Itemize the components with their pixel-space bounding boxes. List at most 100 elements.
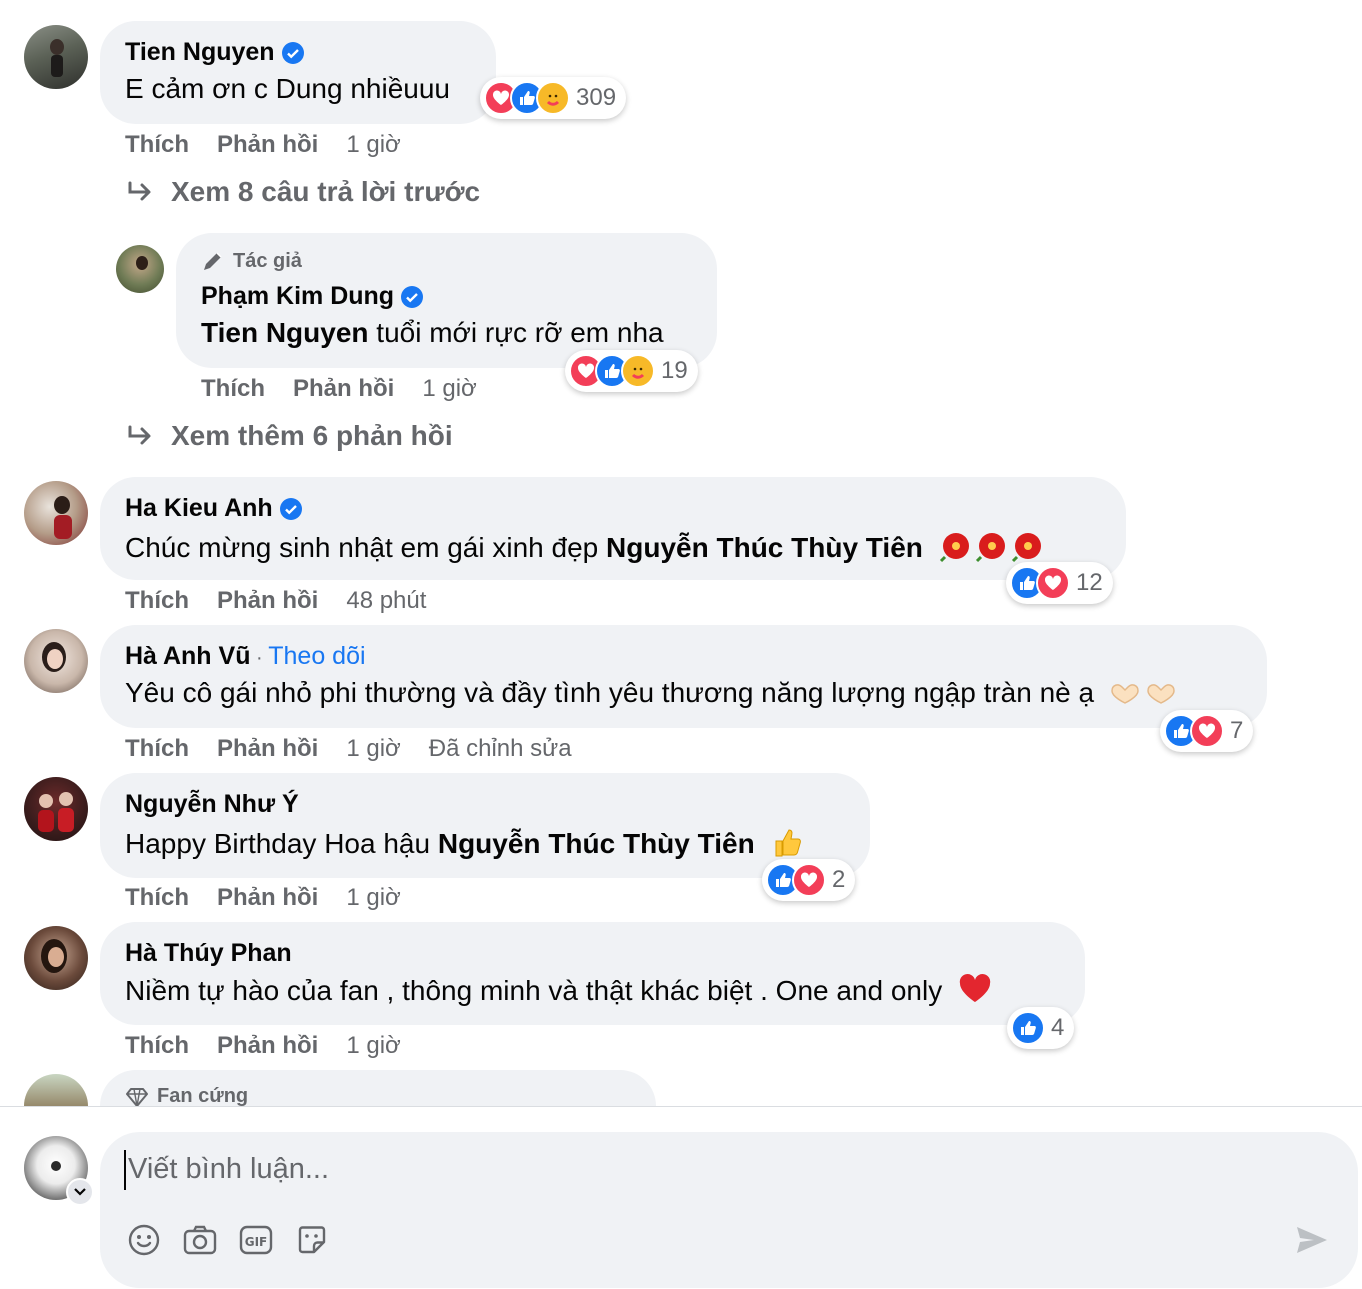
author-badge: Tác giả bbox=[201, 249, 302, 273]
reaction-summary[interactable]: 19 bbox=[565, 350, 698, 392]
reaction-summary[interactable]: 12 bbox=[1006, 562, 1113, 604]
comment-body: Niềm tự hào của fan , thông minh và thật… bbox=[125, 974, 943, 1006]
comment-author[interactable]: Hà Anh Vũ · Theo dõi bbox=[125, 642, 366, 671]
comment-text: Happy Birthday Hoa hậu Nguyễn Thúc Thùy … bbox=[125, 826, 802, 865]
love-reaction-icon bbox=[1036, 566, 1070, 600]
like-button[interactable]: Thích bbox=[125, 735, 189, 762]
svg-text:GIF: GIF bbox=[245, 1235, 268, 1249]
comment-author[interactable]: Phạm Kim Dung bbox=[201, 282, 424, 311]
reply-arrow-icon bbox=[128, 181, 151, 201]
edited-label[interactable]: Đã chỉnh sửa bbox=[429, 735, 572, 762]
timestamp[interactable]: 1 giờ bbox=[346, 735, 400, 762]
separator: · bbox=[250, 647, 269, 669]
reaction-count: 2 bbox=[832, 866, 846, 893]
follow-button[interactable]: Theo dõi bbox=[268, 642, 365, 670]
comment-actions: Thích Phản hồi 1 giờ bbox=[125, 131, 429, 159]
comment-body: Chúc mừng sinh nhật em gái xinh đẹp bbox=[125, 531, 607, 563]
avatar[interactable] bbox=[24, 481, 88, 545]
author-name[interactable]: Hà Thúy Phan bbox=[125, 939, 292, 967]
mention-link[interactable]: Tien Nguyen bbox=[201, 317, 369, 348]
like-button[interactable]: Thích bbox=[125, 884, 189, 911]
badge-label: Fan cứng bbox=[157, 1085, 249, 1106]
mention-link[interactable]: Nguyễn Thúc Thùy Tiên bbox=[606, 532, 923, 563]
reply-button[interactable]: Phản hồi bbox=[217, 587, 318, 614]
verified-badge-icon bbox=[279, 498, 302, 521]
comment-author[interactable]: Ha Kieu Anh bbox=[125, 494, 303, 523]
like-button[interactable]: Thích bbox=[125, 587, 189, 614]
comment-actions: Thích Phản hồi 1 giờ bbox=[125, 1032, 429, 1060]
reaction-summary[interactable]: 4 bbox=[1007, 1007, 1075, 1049]
comment-author[interactable]: Tien Nguyen bbox=[125, 38, 305, 67]
comment-actions: Thích Phản hồi 48 phút bbox=[125, 587, 454, 615]
avatar[interactable] bbox=[24, 777, 88, 841]
like-button[interactable]: Thích bbox=[201, 375, 265, 402]
avatar[interactable] bbox=[24, 629, 88, 693]
comment-input[interactable]: Viết bình luận... bbox=[124, 1150, 1228, 1190]
author-name[interactable]: Ha Kieu Anh bbox=[125, 494, 273, 522]
reply-button[interactable]: Phản hồi bbox=[217, 735, 318, 762]
view-more-replies[interactable]: Xem thêm 6 phản hồi bbox=[127, 420, 453, 452]
like-button[interactable]: Thích bbox=[125, 131, 189, 158]
composer-divider bbox=[0, 1106, 1362, 1107]
reaction-summary[interactable]: 7 bbox=[1160, 710, 1254, 752]
reply-arrow-icon bbox=[128, 425, 151, 445]
author-name[interactable]: Tien Nguyen bbox=[125, 38, 275, 66]
author-name[interactable]: Nguyễn Như Ý bbox=[125, 790, 299, 818]
avatar[interactable] bbox=[24, 926, 88, 990]
account-switch-chevron-icon[interactable] bbox=[66, 1178, 94, 1206]
mention-link[interactable]: Nguyễn Thúc Thùy Tiên bbox=[438, 828, 755, 859]
verified-badge-icon bbox=[281, 42, 304, 65]
comment-body: tuổi mới rực rỡ em nha bbox=[368, 317, 664, 348]
comment-text: Tien Nguyen tuổi mới rực rỡ em nha bbox=[201, 317, 664, 349]
care-reaction-icon bbox=[621, 354, 655, 388]
reaction-summary[interactable]: 2 bbox=[762, 859, 856, 901]
avatar[interactable] bbox=[24, 25, 88, 89]
timestamp[interactable]: 1 giờ bbox=[346, 1032, 400, 1059]
view-more-label[interactable]: Xem thêm 6 phản hồi bbox=[171, 420, 453, 452]
like-reaction-icon bbox=[1011, 1011, 1045, 1045]
comment-author[interactable]: Nguyễn Như Ý bbox=[125, 790, 299, 819]
send-icon[interactable] bbox=[1294, 1222, 1330, 1258]
gif-icon[interactable]: GIF bbox=[238, 1222, 274, 1258]
author-name[interactable]: Hà Anh Vũ bbox=[125, 642, 250, 670]
comment-author[interactable]: Hà Thúy Phan bbox=[125, 939, 292, 968]
reaction-count: 19 bbox=[661, 357, 688, 384]
timestamp[interactable]: 1 giờ bbox=[346, 884, 400, 911]
comment-text: Chúc mừng sinh nhật em gái xinh đẹp Nguy… bbox=[125, 529, 1047, 570]
verified-badge-icon bbox=[401, 286, 424, 309]
timestamp[interactable]: 1 giờ bbox=[346, 131, 400, 158]
author-name[interactable]: Phạm Kim Dung bbox=[201, 282, 394, 310]
reaction-count: 12 bbox=[1076, 569, 1103, 596]
reaction-count: 4 bbox=[1051, 1014, 1065, 1041]
comment-text: Niềm tự hào của fan , thông minh và thật… bbox=[125, 974, 992, 1011]
love-reaction-icon bbox=[792, 863, 826, 897]
reaction-summary[interactable]: 309 bbox=[480, 77, 627, 119]
camera-icon[interactable] bbox=[182, 1222, 218, 1258]
reply-button[interactable]: Phản hồi bbox=[217, 884, 318, 911]
comment-actions: Thích Phản hồi 1 giờ Đã chỉnh sửa bbox=[125, 735, 600, 763]
pen-icon bbox=[204, 252, 222, 270]
reaction-count: 7 bbox=[1230, 717, 1244, 744]
sticker-icon[interactable] bbox=[294, 1222, 330, 1258]
reaction-count: 309 bbox=[576, 84, 617, 111]
view-previous-replies[interactable]: Xem 8 câu trả lời trước bbox=[127, 176, 480, 208]
avatar[interactable] bbox=[116, 245, 164, 293]
reply-button[interactable]: Phản hồi bbox=[293, 375, 394, 402]
comment-actions: Thích Phản hồi 1 giờ bbox=[201, 375, 505, 403]
diamond-icon bbox=[126, 1087, 148, 1106]
like-button[interactable]: Thích bbox=[125, 1032, 189, 1059]
comment-body: Yêu cô gái nhỏ phi thường và đầy tình yê… bbox=[125, 677, 1095, 708]
love-reaction-icon bbox=[1190, 714, 1224, 748]
reply-button[interactable]: Phản hồi bbox=[217, 131, 318, 158]
timestamp[interactable]: 48 phút bbox=[346, 587, 426, 614]
timestamp[interactable]: 1 giờ bbox=[422, 375, 476, 402]
avatar[interactable] bbox=[24, 1074, 88, 1106]
comment-body: Happy Birthday Hoa hậu bbox=[125, 827, 438, 859]
badge-label: Tác giả bbox=[233, 249, 302, 272]
reply-button[interactable]: Phản hồi bbox=[217, 1032, 318, 1059]
heart-hands-emoji-icon bbox=[1108, 677, 1180, 712]
care-reaction-icon bbox=[536, 81, 570, 115]
comment-actions: Thích Phản hồi 1 giờ bbox=[125, 884, 429, 912]
emoji-icon[interactable] bbox=[126, 1222, 162, 1258]
view-previous-label[interactable]: Xem 8 câu trả lời trước bbox=[171, 176, 480, 208]
